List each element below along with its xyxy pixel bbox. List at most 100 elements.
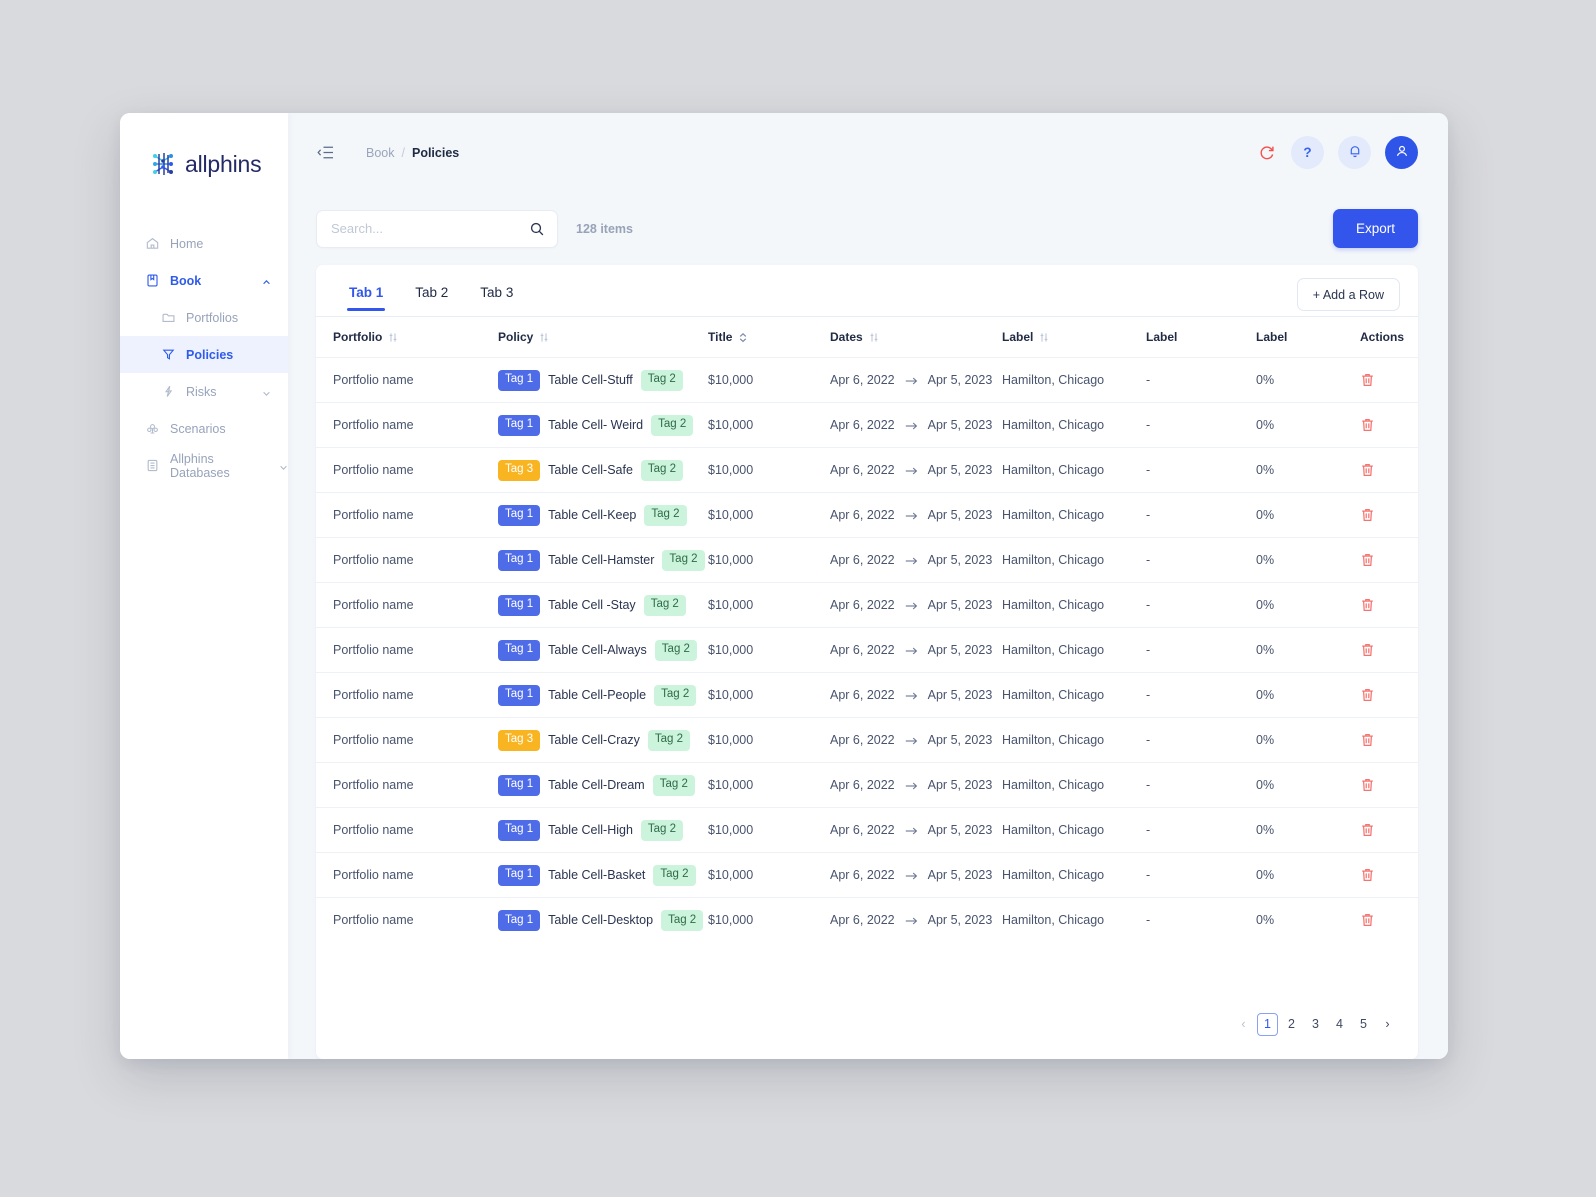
column-header-label-3[interactable]: Label [1256, 317, 1360, 358]
export-button[interactable]: Export [1332, 209, 1418, 248]
table-row[interactable]: Portfolio name Tag 1 Table Cell-Basket Tag … [316, 852, 1418, 898]
refresh-icon[interactable] [1257, 143, 1277, 163]
column-header-portfolio[interactable]: Portfolio [316, 317, 498, 358]
sidebar-item-portfolios[interactable]: Portfolios [120, 299, 288, 336]
sort-sliders-icon[interactable] [1039, 332, 1049, 343]
policy-name: Table Cell- Weird [548, 418, 644, 432]
notifications-button[interactable] [1338, 136, 1371, 169]
delete-row-button[interactable] [1360, 777, 1375, 793]
search-icon[interactable] [529, 221, 545, 237]
delete-row-button[interactable] [1360, 912, 1375, 928]
tag-badge-right: Tag 2 [640, 369, 683, 391]
table-row[interactable]: Portfolio name Tag 1 Table Cell-Always Tag … [316, 627, 1418, 673]
trash-icon [1360, 553, 1375, 571]
pagination-page-1[interactable]: 1 [1257, 1012, 1278, 1036]
breadcrumb-parent[interactable]: Book [366, 146, 395, 160]
table-row[interactable]: Portfolio name Tag 1 Table Cell-Dream Tag 2… [316, 762, 1418, 808]
allphins-logo-icon [148, 149, 178, 179]
sort-sliders-icon[interactable] [869, 332, 879, 343]
tag-badge-right: Tag 2 [647, 729, 690, 751]
table-row[interactable]: Portfolio name Tag 1 Table Cell-Keep Tag 2 $… [316, 492, 1418, 538]
cell-title: $10,000 [708, 373, 754, 387]
sidebar-item-book[interactable]: Book [120, 262, 288, 299]
sort-sliders-icon[interactable] [388, 332, 398, 343]
table-row[interactable]: Portfolio name Tag 1 Table Cell-Desktop Tag… [316, 897, 1418, 943]
collapse-sidebar-icon[interactable] [316, 143, 335, 162]
cell-actions [1360, 493, 1418, 538]
search-field[interactable] [316, 209, 558, 248]
date-start: Apr 6, 2022 [830, 508, 895, 522]
column-label: Portfolio [333, 330, 383, 344]
tag-badge-right: Tag 2 [662, 549, 705, 571]
trash-icon [1360, 598, 1375, 616]
pagination-page-5[interactable]: 5 [1353, 1013, 1374, 1036]
table-row[interactable]: Portfolio name Tag 3 Table Cell-Crazy Tag 2… [316, 717, 1418, 763]
cell-actions [1360, 853, 1418, 898]
tag-badge-left: Tag 1 [498, 774, 541, 796]
table-container: Portfolio Policy Title Dates Label Label… [316, 316, 1418, 989]
sort-sliders-icon[interactable] [539, 332, 549, 343]
chevron-up-icon[interactable] [262, 276, 271, 285]
table-row[interactable]: Portfolio name Tag 3 Table Cell-Safe Tag 2 $… [316, 447, 1418, 493]
column-header-title[interactable]: Title [708, 317, 830, 358]
column-header-policy[interactable]: Policy [498, 317, 708, 358]
chevron-down-icon[interactable] [279, 461, 288, 470]
column-header-label-2[interactable]: Label [1146, 317, 1256, 358]
bell-icon [1347, 143, 1363, 162]
sidebar-item-risks[interactable]: Risks [120, 373, 288, 410]
column-header-actions: Actions [1360, 317, 1418, 358]
tab-2[interactable]: Tab 2 [399, 285, 464, 310]
cell-title: $10,000 [708, 643, 754, 657]
cell-actions [1360, 673, 1418, 718]
sidebar-item-allphins-databases[interactable]: Allphins Databases [120, 447, 288, 484]
app-logo[interactable]: allphins [120, 137, 288, 183]
table-row[interactable]: Portfolio name Tag 1 Table Cell-High Tag 2 $… [316, 807, 1418, 853]
delete-row-button[interactable] [1360, 507, 1375, 523]
sidebar-item-home[interactable]: Home [120, 225, 288, 262]
delete-row-button[interactable] [1360, 687, 1375, 703]
delete-row-button[interactable] [1360, 732, 1375, 748]
add-row-button[interactable]: + Add a Row [1296, 278, 1400, 311]
table-row[interactable]: Portfolio name Tag 1 Table Cell-Stuff Tag 2… [316, 357, 1418, 403]
table-row[interactable]: Portfolio name Tag 1 Table Cell-Hamster Tag… [316, 537, 1418, 583]
pagination-prev[interactable]: ‹ [1233, 1013, 1254, 1036]
cell-title: $10,000 [708, 688, 754, 702]
pagination-page-3[interactable]: 3 [1305, 1013, 1326, 1036]
sort-chevrons-icon[interactable] [738, 332, 748, 343]
pagination-page-2[interactable]: 2 [1281, 1013, 1302, 1036]
cell-label-2: - [1146, 598, 1151, 612]
delete-row-button[interactable] [1360, 867, 1375, 883]
search-input[interactable] [331, 221, 529, 236]
user-avatar-button[interactable] [1385, 136, 1418, 169]
delete-row-button[interactable] [1360, 642, 1375, 658]
pagination-next[interactable]: › [1377, 1013, 1398, 1036]
items-count: 128 items [576, 221, 633, 236]
sidebar-item-scenarios[interactable]: Scenarios [120, 410, 288, 447]
help-button[interactable]: ? [1291, 136, 1324, 169]
trash-icon [1360, 418, 1375, 436]
column-header-label-1[interactable]: Label [1002, 317, 1146, 358]
date-end: Apr 5, 2023 [927, 868, 993, 882]
cell-title: $10,000 [708, 778, 754, 792]
delete-row-button[interactable] [1360, 597, 1375, 613]
arrow-right-icon [905, 510, 918, 520]
date-end: Apr 5, 2023 [927, 688, 993, 702]
tab-1[interactable]: Tab 1 [333, 285, 399, 311]
cell-title: $10,000 [708, 553, 754, 567]
delete-row-button[interactable] [1360, 552, 1375, 568]
tab-3[interactable]: Tab 3 [464, 285, 529, 310]
table-row[interactable]: Portfolio name Tag 1 Table Cell-People Tag … [316, 672, 1418, 718]
delete-row-button[interactable] [1360, 417, 1375, 433]
delete-row-button[interactable] [1360, 822, 1375, 838]
cell-portfolio: Portfolio name [333, 868, 414, 882]
pagination-page-4[interactable]: 4 [1329, 1013, 1350, 1036]
table-row[interactable]: Portfolio name Tag 1 Table Cell- Weird Tag … [316, 402, 1418, 448]
column-header-dates[interactable]: Dates [830, 317, 1002, 358]
date-end: Apr 5, 2023 [927, 598, 993, 612]
sidebar-item-policies[interactable]: Policies [120, 336, 288, 373]
delete-row-button[interactable] [1360, 462, 1375, 478]
delete-row-button[interactable] [1360, 372, 1375, 388]
table-row[interactable]: Portfolio name Tag 1 Table Cell -Stay Tag 2… [316, 582, 1418, 628]
cell-label-3: 0% [1256, 418, 1275, 432]
chevron-down-icon[interactable] [262, 387, 271, 396]
